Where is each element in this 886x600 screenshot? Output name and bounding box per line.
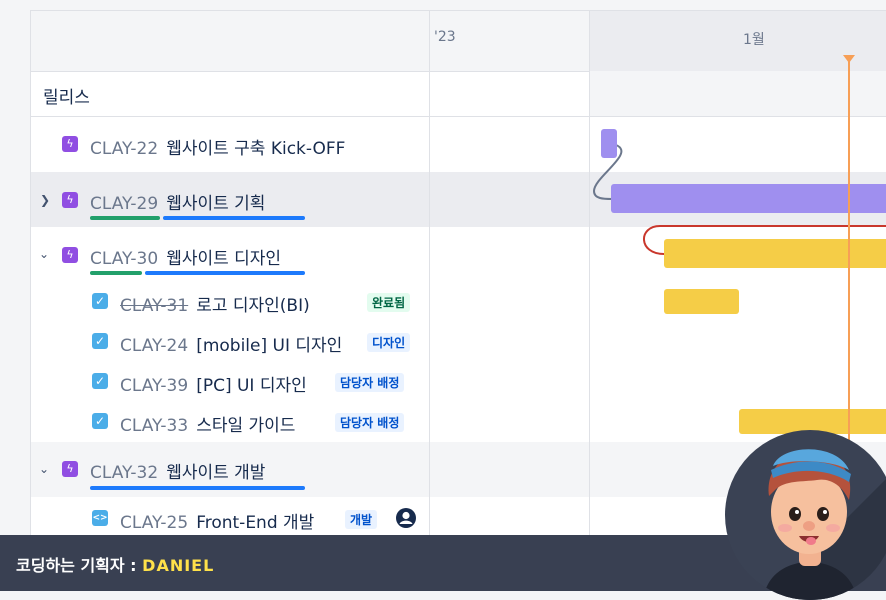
task-checkbox-icon: ✓ [92, 293, 108, 309]
issue-summary: 로고 디자인(BI) [196, 296, 310, 316]
issue-summary: 웹사이트 개발 [166, 463, 266, 483]
epic-lightning-icon: ϟ [62, 136, 78, 152]
timeline-bar[interactable] [611, 184, 886, 213]
issue-summary: [PC] UI 디자인 [196, 376, 307, 396]
release-lane [430, 71, 590, 117]
issue-row[interactable]: ✓ CLAY-39 [PC] UI 디자인 담당자 배정 [31, 362, 429, 402]
epic-lightning-icon: ϟ [62, 461, 78, 477]
list-header [31, 11, 429, 72]
status-badge[interactable]: 담당자 배정 [335, 373, 405, 392]
footer-name: DANIEL [142, 556, 215, 575]
issue-row[interactable]: ❯ ϟ CLAY-29 웹사이트 기획 [31, 172, 429, 227]
issue-row[interactable]: ϟ CLAY-22 웹사이트 구축 Kick-OFF [31, 117, 429, 172]
code-icon: <> [92, 510, 108, 526]
epic-lightning-icon: ϟ [62, 192, 78, 208]
issue-key[interactable]: CLAY-25 [120, 513, 188, 533]
issue-row[interactable]: ⌄ ϟ CLAY-30 웹사이트 디자인 [31, 227, 429, 282]
issue-row[interactable]: ✓ CLAY-31 로고 디자인(BI) 완료됨 [31, 282, 429, 322]
timeline-bar[interactable] [664, 239, 886, 268]
today-marker-head [843, 55, 855, 63]
month-label: '23 [434, 29, 456, 45]
issue-key[interactable]: CLAY-33 [120, 416, 188, 436]
timeline-column-prev: '23 [429, 11, 590, 541]
progress-in-progress [163, 216, 305, 220]
issue-key[interactable]: CLAY-30 [90, 249, 158, 269]
issue-key[interactable]: CLAY-24 [120, 336, 188, 356]
issue-row[interactable]: ⌄ ϟ CLAY-32 웹사이트 개발 [31, 442, 429, 497]
footer-label: 코딩하는 기획자 : [16, 556, 143, 575]
timeline-bar[interactable] [601, 129, 617, 158]
issue-row[interactable]: ✓ CLAY-24 [mobile] UI 디자인 디자인 [31, 322, 429, 362]
status-badge[interactable]: 완료됨 [367, 293, 411, 312]
chevron-down-icon[interactable]: ⌄ [39, 462, 49, 476]
epic-lightning-icon: ϟ [62, 247, 78, 263]
chevron-right-icon[interactable]: ❯ [40, 193, 50, 207]
issue-key[interactable]: CLAY-22 [90, 139, 158, 159]
issue-key[interactable]: CLAY-39 [120, 376, 188, 396]
issue-key[interactable]: CLAY-29 [90, 194, 158, 214]
issue-summary: [mobile] UI 디자인 [196, 336, 343, 356]
task-checkbox-icon: ✓ [92, 413, 108, 429]
user-avatar-icon[interactable] [395, 507, 417, 529]
issue-key[interactable]: CLAY-31 [120, 296, 188, 316]
release-label: 릴리스 [43, 88, 90, 108]
issue-summary: Front-End 개발 [196, 513, 315, 533]
issue-row[interactable]: ✓ CLAY-33 스타일 가이드 담당자 배정 [31, 402, 429, 442]
release-row[interactable]: 릴리스 [31, 71, 429, 117]
issue-summary: 웹사이트 디자인 [166, 249, 282, 269]
issue-list: 릴리스 ϟ CLAY-22 웹사이트 구축 Kick-OFF ❯ ϟ CLAY-2… [31, 11, 429, 541]
footer-text: 코딩하는 기획자 : DANIEL [16, 552, 214, 576]
progress-in-progress [145, 271, 305, 275]
status-badge[interactable]: 담당자 배정 [335, 413, 405, 432]
dependency-lines [592, 144, 886, 255]
issue-summary: 스타일 가이드 [196, 416, 296, 436]
status-badge[interactable]: 개발 [345, 510, 378, 529]
chevron-down-icon[interactable]: ⌄ [39, 247, 49, 261]
character-illustration [763, 449, 886, 600]
avatar [725, 430, 886, 600]
issue-key[interactable]: CLAY-32 [90, 463, 158, 483]
lane-shade [430, 442, 590, 497]
task-checkbox-icon: ✓ [92, 333, 108, 349]
issue-summary: 웹사이트 기획 [166, 194, 266, 214]
timeline-header: '23 [430, 11, 590, 72]
status-badge[interactable]: 디자인 [367, 333, 411, 352]
lane-shade [430, 172, 590, 227]
task-checkbox-icon: ✓ [92, 373, 108, 389]
progress-done [90, 216, 160, 220]
issue-summary: 웹사이트 구축 Kick-OFF [166, 139, 346, 159]
progress-done [90, 271, 142, 275]
progress-in-progress [90, 486, 305, 490]
timeline-bar[interactable] [664, 289, 739, 314]
